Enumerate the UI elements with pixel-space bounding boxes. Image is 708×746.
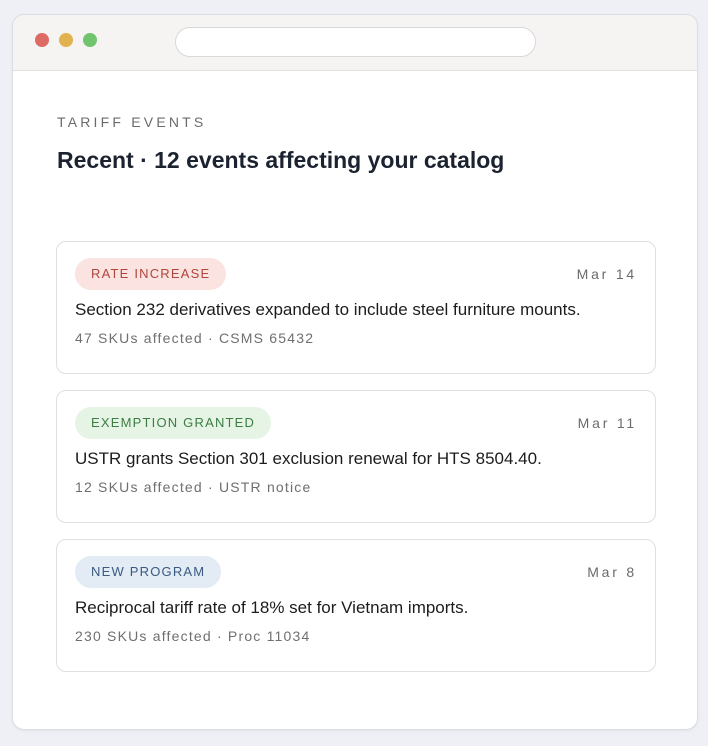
event-date: Mar 14 xyxy=(576,266,637,282)
address-bar[interactable] xyxy=(175,27,536,57)
event-type-badge: NEW PROGRAM xyxy=(75,556,222,588)
minimize-window-button[interactable] xyxy=(59,33,73,47)
event-title: Reciprocal tariff rate of 18% set for Vi… xyxy=(75,598,469,617)
event-date: Mar 11 xyxy=(577,415,637,431)
event-title: Section 232 derivatives expanded to incl… xyxy=(75,300,581,319)
event-meta: 47 SKUs affected · CSMS 65432 xyxy=(75,330,315,346)
event-date: Mar 8 xyxy=(587,564,637,580)
section-eyebrow: TARIFF EVENTS xyxy=(57,114,207,130)
close-window-button[interactable] xyxy=(35,33,49,47)
event-title: USTR grants Section 301 exclusion renewa… xyxy=(75,449,542,468)
browser-window: TARIFF EVENTS Recent · 12 events affecti… xyxy=(12,14,698,730)
event-card[interactable]: RATE INCREASE Mar 14 Section 232 derivat… xyxy=(56,241,656,374)
event-type-badge: EXEMPTION GRANTED xyxy=(75,407,272,439)
maximize-window-button[interactable] xyxy=(83,33,97,47)
event-type-badge: RATE INCREASE xyxy=(75,258,227,290)
title-bar xyxy=(13,15,697,71)
event-card[interactable]: NEW PROGRAM Mar 8 Reciprocal tariff rate… xyxy=(56,539,656,672)
event-card[interactable]: EXEMPTION GRANTED Mar 11 USTR grants Sec… xyxy=(56,390,656,523)
event-meta: 230 SKUs affected · Proc 11034 xyxy=(75,628,311,644)
page-content: TARIFF EVENTS Recent · 12 events affecti… xyxy=(13,71,697,729)
page-title: Recent · 12 events affecting your catalo… xyxy=(57,147,505,173)
event-meta: 12 SKUs affected · USTR notice xyxy=(75,479,312,495)
